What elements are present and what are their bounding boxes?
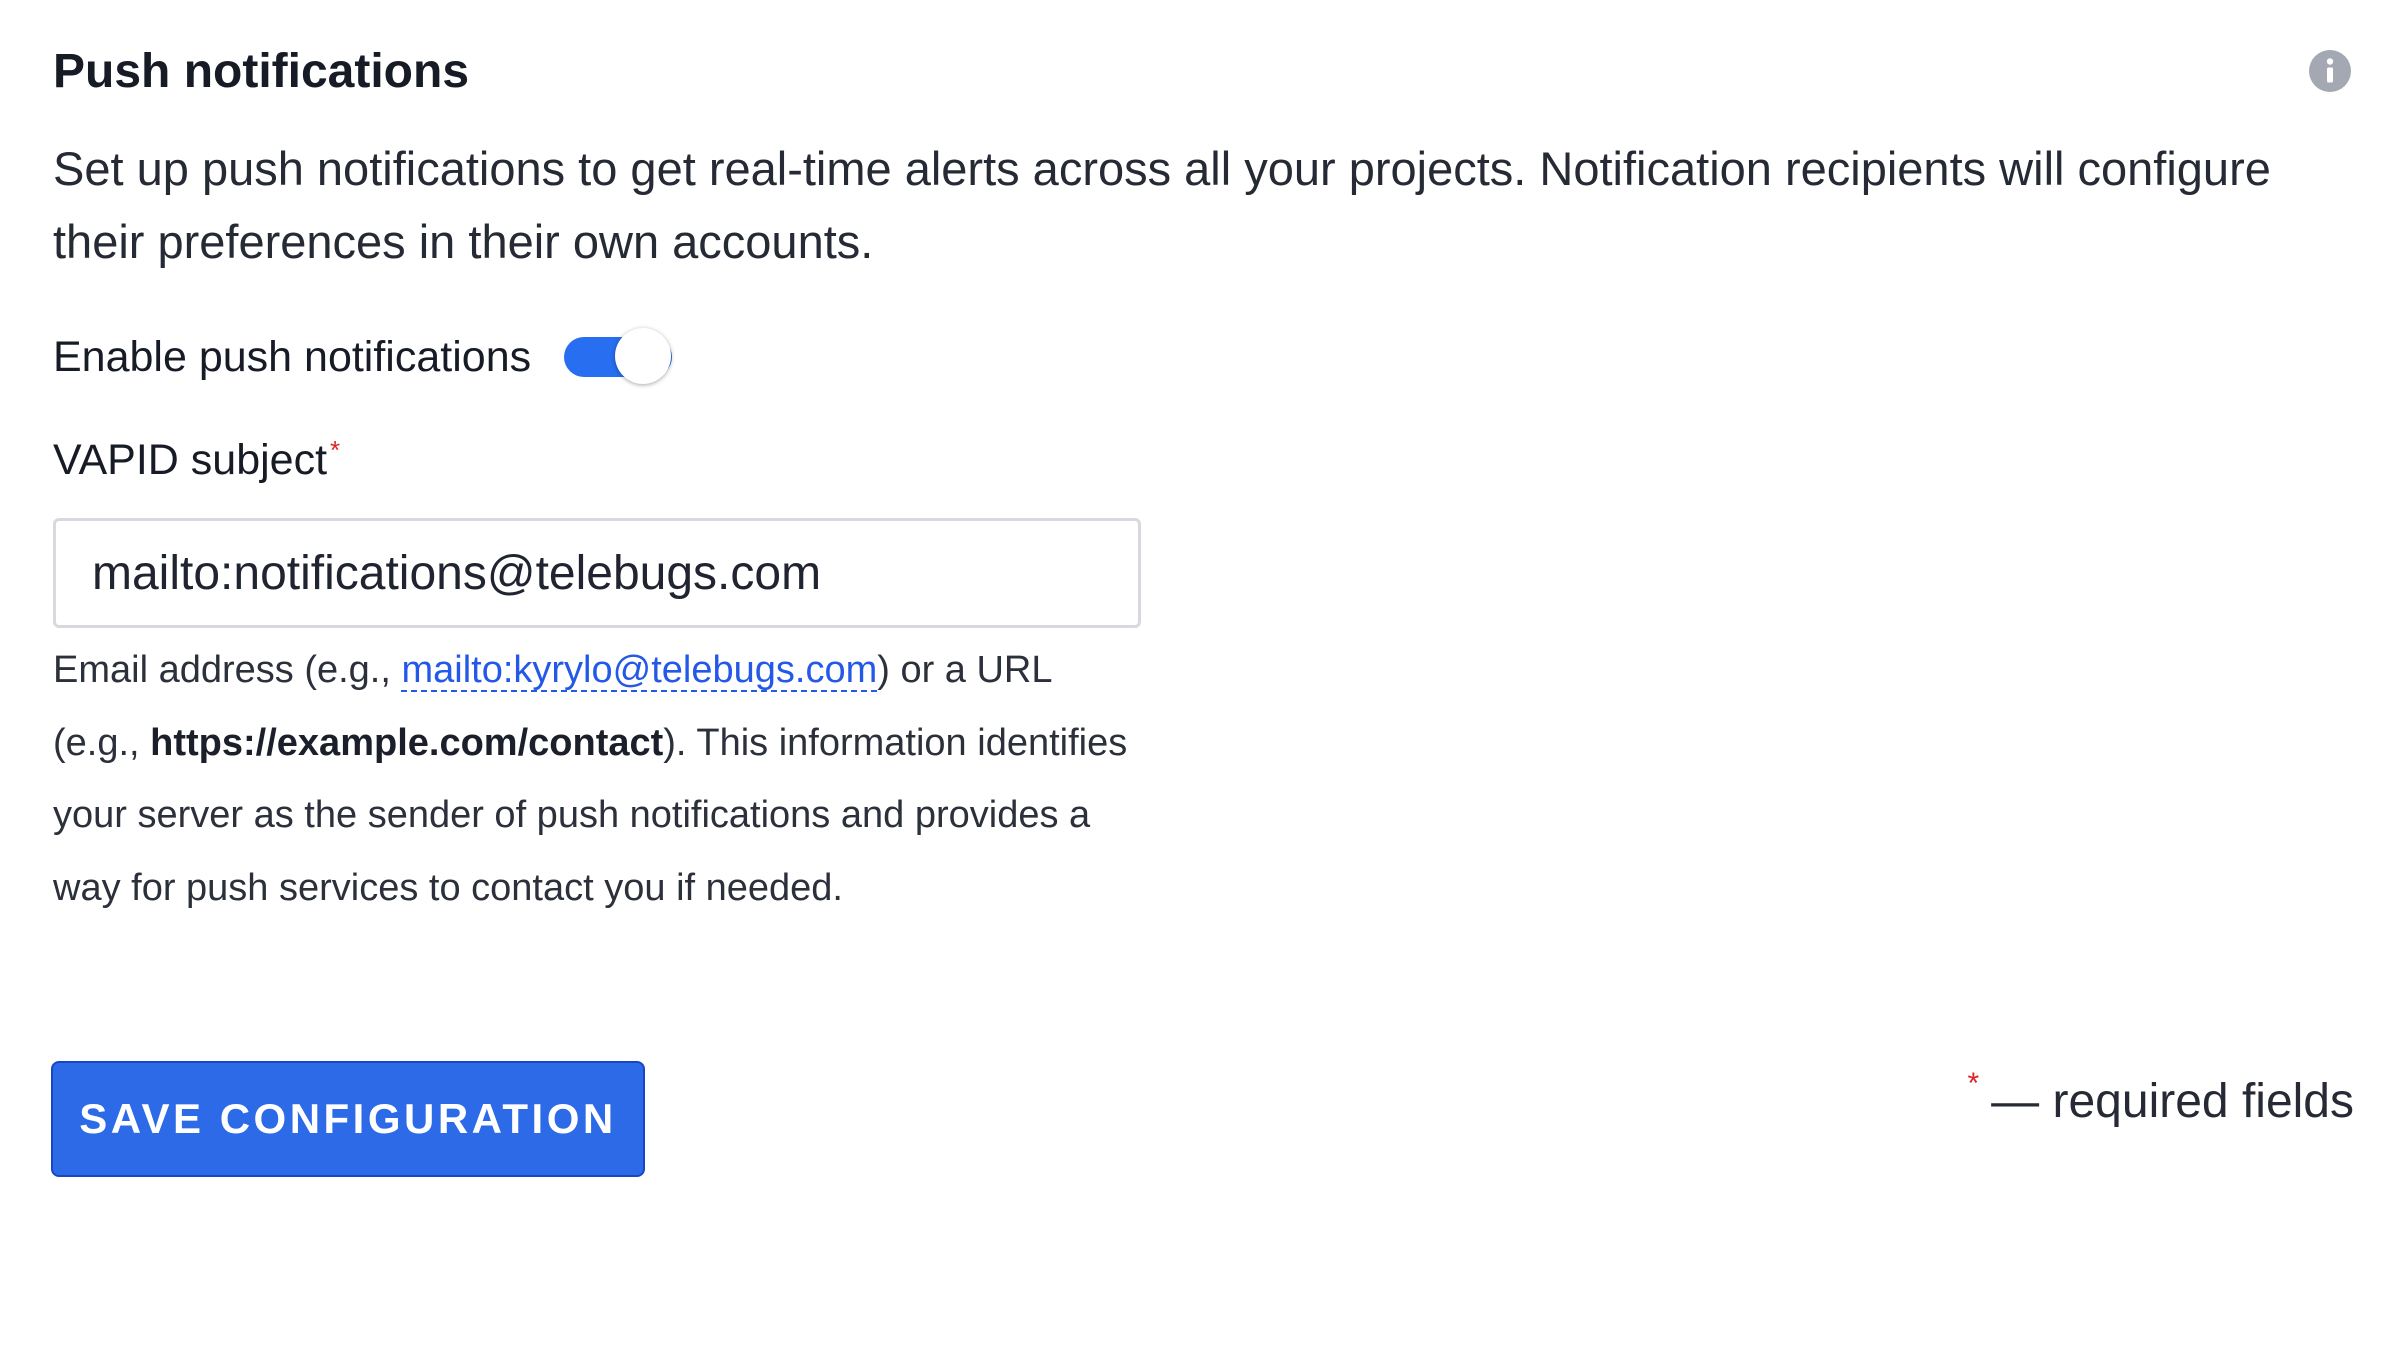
vapid-subject-input[interactable] xyxy=(53,518,1141,628)
section-description: Set up push notifications to get real-ti… xyxy=(53,142,2271,268)
toggle-thumb xyxy=(615,328,672,384)
enable-push-toggle[interactable] xyxy=(561,327,675,387)
required-fields-note: * — required fields xyxy=(1967,1067,2354,1134)
toggle-label: Enable push notifications xyxy=(53,333,532,381)
help-example-link[interactable]: mailto:kyrylo@telebugs.com xyxy=(401,649,877,691)
help-example-url: https://example.com/contact xyxy=(150,721,664,764)
info-icon[interactable] xyxy=(2308,49,2352,93)
vapid-subject-label: VAPID subject * xyxy=(53,430,340,490)
push-toggle-row: Enable push notifications xyxy=(53,322,675,392)
save-configuration-button[interactable]: SAVE CONFIGURATION xyxy=(51,1061,645,1177)
required-note-asterisk: * xyxy=(1967,1067,1980,1100)
vapid-subject-label-text: VAPID subject xyxy=(53,436,328,484)
page-title: Push notifications xyxy=(53,45,470,98)
vapid-help-text: Email address (e.g., mailto:kyrylo@teleb… xyxy=(53,634,1143,924)
required-note-text: — required fields xyxy=(1991,1075,2354,1128)
required-asterisk: * xyxy=(330,435,341,465)
help-prefix: Email address (e.g., xyxy=(53,649,402,691)
